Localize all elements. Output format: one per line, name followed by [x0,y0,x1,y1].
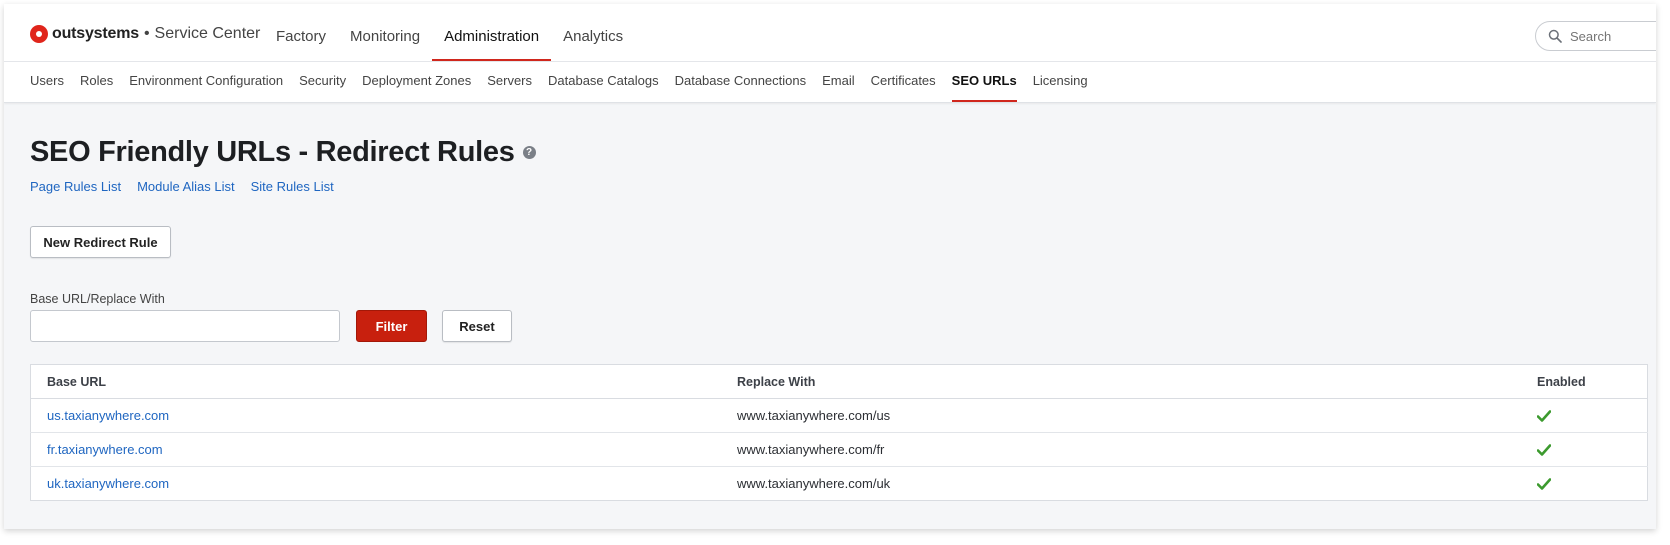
logo[interactable]: outsystems • Service Center [30,22,260,46]
subnav-database-catalogs[interactable]: Database Catalogs [548,62,659,102]
nav-administration[interactable]: Administration [432,4,552,61]
subnav-deployment-zones[interactable]: Deployment Zones [362,62,471,102]
base-url-link[interactable]: us.taxianywhere.com [47,408,169,423]
nav-analytics[interactable]: Analytics [551,4,635,61]
app-name: Service Center [154,25,261,42]
nav-factory[interactable]: Factory [264,4,338,61]
check-icon [1537,443,1551,456]
outsystems-logo-icon [30,25,48,43]
help-icon[interactable]: ? [522,146,536,159]
table-row: us.taxianywhere.com www.taxianywhere.com… [30,398,1648,433]
replace-with-cell: www.taxianywhere.com/uk [737,476,891,491]
page-title: SEO Friendly URLs - Redirect Rules [30,136,515,168]
main-nav: Factory Monitoring Administration Analyt… [264,4,635,61]
page-rules-list-link[interactable]: Page Rules List [30,179,121,194]
top-header: outsystems • Service Center Factory Moni… [4,4,1656,62]
rule-links: Page Rules List Module Alias List Site R… [30,179,350,194]
replace-with-cell: www.taxianywhere.com/us [721,398,1521,433]
subnav-roles[interactable]: Roles [80,62,113,102]
subnav-certificates[interactable]: Certificates [871,62,936,102]
enabled-cell [1521,432,1648,467]
column-header-enabled[interactable]: Enabled [1521,364,1648,399]
subnav-servers[interactable]: Servers [487,62,532,102]
reset-button[interactable]: Reset [442,310,512,342]
brand-name: outsystems [52,25,139,42]
subnav-security[interactable]: Security [299,62,346,102]
subnav-users[interactable]: Users [30,62,64,102]
base-url-link[interactable]: uk.taxianywhere.com [47,476,169,491]
page-title-row: SEO Friendly URLs - Redirect Rules ? [30,136,536,169]
table-row: uk.taxianywhere.com www.taxianywhere.com… [31,467,1648,501]
table-header-row: Base URL Replace With Enabled [30,364,1648,399]
base-url-link[interactable]: fr.taxianywhere.com [47,442,163,457]
column-header-replace-with[interactable]: Replace With [721,364,1521,399]
search-box[interactable] [1535,21,1656,51]
site-rules-list-link[interactable]: Site Rules List [251,179,334,194]
check-icon [1537,477,1551,490]
check-icon [1537,409,1551,422]
filter-input[interactable] [30,310,340,342]
subnav-licensing[interactable]: Licensing [1033,62,1088,102]
filter-label: Base URL/Replace With [30,292,165,306]
search-icon [1548,29,1562,43]
table-row: fr.taxianywhere.com www.taxianywhere.com… [30,432,1648,467]
nav-monitoring[interactable]: Monitoring [338,4,432,61]
enabled-cell [1521,467,1648,501]
replace-with-cell: www.taxianywhere.com/fr [721,432,1521,467]
subnav-email[interactable]: Email [822,62,855,102]
filter-button[interactable]: Filter [356,310,427,342]
new-redirect-rule-button[interactable]: New Redirect Rule [30,226,171,258]
app-window: outsystems • Service Center Factory Moni… [4,4,1656,529]
redirect-rules-table: Base URL Replace With Enabled us.taxiany… [30,364,1648,501]
subnav-seo-urls[interactable]: SEO URLs [951,62,1017,102]
brand-separator: • [143,25,150,42]
module-alias-list-link[interactable]: Module Alias List [137,179,235,194]
search-input[interactable] [1568,27,1656,45]
enabled-cell [1521,398,1648,433]
column-header-base-url[interactable]: Base URL [30,364,721,399]
subnav-database-connections[interactable]: Database Connections [675,62,807,102]
subnav-environment-configuration[interactable]: Environment Configuration [129,62,283,102]
sub-nav: Users Roles Environment Configuration Se… [4,62,1656,103]
